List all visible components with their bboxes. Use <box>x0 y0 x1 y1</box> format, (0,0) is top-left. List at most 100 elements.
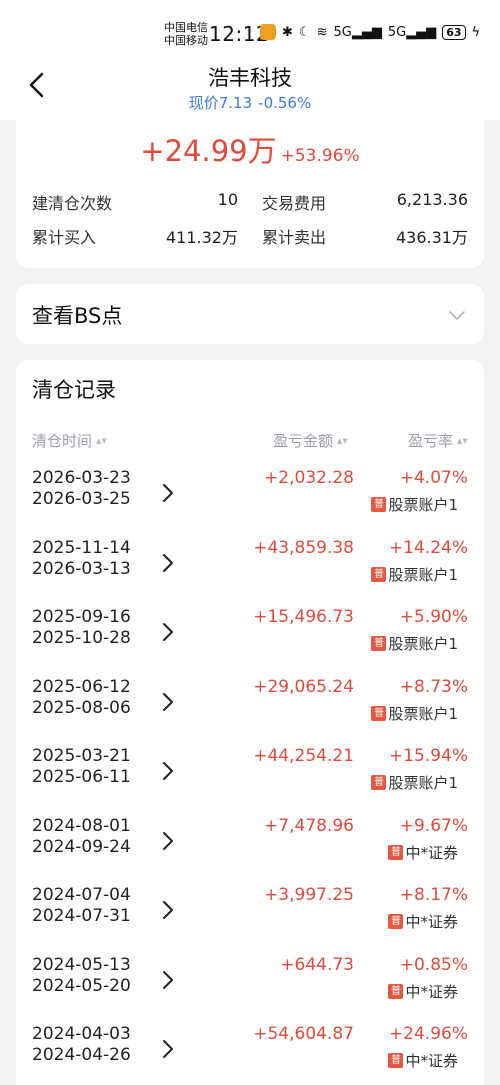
record-profit-amount: +44,254.21 <box>253 746 354 766</box>
record-dates: 2024-05-13 2024-05-20 <box>32 955 131 997</box>
record-dates: 2025-09-16 2025-10-28 <box>32 607 131 649</box>
record-profit-amount: +7,478.96 <box>264 815 354 836</box>
record-account: 普 中*证券 <box>388 1050 458 1071</box>
account-name: 股票账户1 <box>388 565 458 584</box>
account-type-badge: 普 <box>371 775 387 790</box>
record-dates: 2026-03-23 2026-03-25 <box>32 468 131 510</box>
record-row[interactable]: 2025-06-12 2025-08-06 +29,065.24 +8.73% … <box>16 677 484 746</box>
record-start-date: 2025-03-21 <box>32 746 131 766</box>
chevron-right-icon[interactable] <box>160 969 176 991</box>
account-name: 中*证券 <box>405 1052 458 1070</box>
record-end-date: 2024-04-26 <box>32 1045 131 1065</box>
record-end-date: 2026-03-13 <box>32 558 131 579</box>
sort-icon: ▲▼ <box>337 436 348 445</box>
chevron-right-icon[interactable] <box>160 760 176 782</box>
records-card: 清仓记录 清仓时间 ▲▼ 盈亏金额 ▲▼ 盈亏率 ▲▼ 2026-03-23 2… <box>16 360 484 1085</box>
record-profit-rate: +4.07% <box>399 468 468 488</box>
account-type-badge: 普 <box>388 844 404 860</box>
battery-icon: 63 <box>442 24 466 40</box>
stat-total-sell: 累计卖出 436.31万 <box>250 224 468 248</box>
sort-by-rate[interactable]: 盈亏率 ▲▼ <box>408 430 468 451</box>
record-dates: 2025-03-21 2025-06-11 <box>32 746 131 788</box>
record-account: 普 股票账户1 <box>371 703 458 724</box>
record-profit-amount: +2,032.28 <box>264 468 354 488</box>
account-type-badge: 普 <box>388 983 404 999</box>
stat-value: 6,213.36 <box>396 190 468 209</box>
record-profit-amount: +29,065.24 <box>253 676 354 697</box>
account-name: 股票账户1 <box>388 635 458 653</box>
bs-points-label: 查看BS点 <box>32 304 123 328</box>
record-profit-rate: +24.96% <box>388 1024 468 1044</box>
stat-label: 累计卖出 <box>262 228 327 247</box>
record-row[interactable]: 2026-03-23 2026-03-25 +2,032.28 +4.07% 普… <box>16 468 484 537</box>
chevron-right-icon[interactable] <box>160 830 176 852</box>
chevron-right-icon[interactable] <box>160 691 176 713</box>
record-start-date: 2024-08-01 <box>32 815 131 836</box>
stat-trade-count: 建清仓次数 10 <box>32 190 250 214</box>
carrier-2: 中国移动 <box>164 34 208 47</box>
record-dates: 2024-08-01 2024-09-24 <box>32 816 131 858</box>
chevron-down-icon <box>449 311 465 320</box>
page-title: 浩丰科技 <box>208 66 292 90</box>
bs-points-toggle[interactable]: 查看BS点 <box>16 284 484 344</box>
profit-amount: +24.99万 <box>140 134 277 168</box>
record-dates: 2025-11-14 2026-03-13 <box>32 538 131 580</box>
stat-row-2: 累计买入 411.32万 累计卖出 436.31万 <box>32 224 468 248</box>
account-type-badge: 普 <box>388 1053 404 1068</box>
sort-icon: ▲▼ <box>457 436 468 445</box>
record-profit-amount: +43,859.38 <box>253 537 354 558</box>
stat-value: 411.32万 <box>166 228 238 247</box>
chevron-right-icon[interactable] <box>160 482 176 504</box>
record-start-date: 2025-11-14 <box>32 537 131 558</box>
app-notification-icon <box>260 24 276 40</box>
stat-total-buy: 累计买入 411.32万 <box>32 224 250 248</box>
record-end-date: 2026-03-25 <box>32 489 131 509</box>
chevron-right-icon[interactable] <box>160 621 176 643</box>
column-time-label: 清仓时间 <box>32 432 93 450</box>
record-row[interactable]: 2024-05-13 2024-05-20 +644.73 +0.85% 普 中… <box>16 955 484 1024</box>
stat-value: 436.31万 <box>396 228 468 247</box>
chevron-right-icon[interactable] <box>160 552 176 574</box>
account-name: 中*证券 <box>405 843 458 862</box>
record-row[interactable]: 2024-04-03 2024-04-26 +54,604.87 +24.96%… <box>16 1024 484 1085</box>
record-profit-amount: +644.73 <box>280 954 354 975</box>
record-profit-rate: +15.94% <box>388 746 468 766</box>
column-rate-label: 盈亏率 <box>408 432 454 450</box>
do-not-disturb-icon: ☾ <box>298 24 311 40</box>
record-end-date: 2025-08-06 <box>32 697 131 718</box>
account-name: 中*证券 <box>405 982 458 1001</box>
chevron-right-icon[interactable] <box>160 899 176 921</box>
record-end-date: 2024-05-20 <box>32 975 131 996</box>
stat-label: 交易费用 <box>262 194 327 213</box>
record-row[interactable]: 2025-03-21 2025-06-11 +44,254.21 +15.94%… <box>16 746 484 815</box>
charging-icon: ϟ <box>471 24 481 40</box>
stat-label: 累计买入 <box>32 228 97 247</box>
record-profit-rate: +5.90% <box>399 607 468 627</box>
column-amount-label: 盈亏金额 <box>273 432 334 450</box>
record-end-date: 2024-07-31 <box>32 906 131 926</box>
record-profit-rate: +8.73% <box>399 676 468 697</box>
carrier-names: 中国电信 中国移动 <box>164 21 208 47</box>
record-start-date: 2024-07-04 <box>32 885 131 905</box>
record-row[interactable]: 2024-07-04 2024-07-31 +3,997.25 +8.17% 普… <box>16 885 484 954</box>
account-type-badge: 普 <box>371 566 387 582</box>
record-row[interactable]: 2024-08-01 2024-09-24 +7,478.96 +9.67% 普… <box>16 816 484 885</box>
account-type-badge: 普 <box>371 497 387 512</box>
record-account: 普 中*证券 <box>388 842 458 863</box>
sort-by-amount[interactable]: 盈亏金额 ▲▼ <box>273 430 348 451</box>
record-row[interactable]: 2025-09-16 2025-10-28 +15,496.73 +5.90% … <box>16 607 484 676</box>
record-profit-amount: +3,997.25 <box>264 885 354 905</box>
record-profit-rate: +8.17% <box>399 885 468 905</box>
sort-by-time[interactable]: 清仓时间 ▲▼ <box>32 430 107 451</box>
record-row[interactable]: 2025-11-14 2026-03-13 +43,859.38 +14.24%… <box>16 538 484 607</box>
carrier-1: 中国电信 <box>164 21 208 34</box>
record-start-date: 2024-05-13 <box>32 954 131 975</box>
chevron-right-icon[interactable] <box>160 1038 176 1060</box>
record-account: 普 中*证券 <box>388 911 458 932</box>
stat-value: 10 <box>217 190 238 209</box>
record-profit-amount: +15,496.73 <box>253 607 354 627</box>
stat-fees: 交易费用 6,213.36 <box>250 190 468 214</box>
record-dates: 2024-07-04 2024-07-31 <box>32 885 131 927</box>
account-type-badge: 普 <box>371 705 387 721</box>
account-type-badge: 普 <box>371 636 387 651</box>
